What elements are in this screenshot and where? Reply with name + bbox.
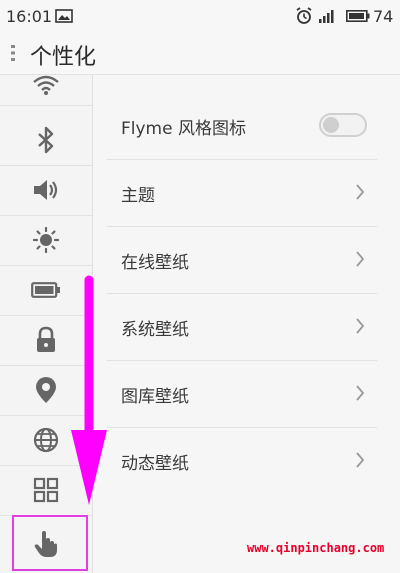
list-item-label: Flyme 风格图标 (121, 119, 246, 139)
wifi-icon (33, 75, 59, 95)
list-item-label: 图库壁纸 (121, 387, 189, 407)
list-item-label: 动态壁纸 (121, 454, 189, 474)
chevron-right-icon (356, 385, 365, 401)
menu-dots-icon[interactable] (10, 44, 16, 62)
sidebar-item-lock[interactable] (0, 315, 92, 366)
status-time: 16:01 (6, 7, 53, 26)
bluetooth-icon (38, 126, 54, 154)
list-item-label: 主题 (121, 186, 155, 206)
list-item-flyme-icons[interactable]: Flyme 风格图标 (107, 93, 377, 160)
list-item-live-wallpaper[interactable]: 动态壁纸 (107, 428, 377, 494)
battery-level: 74 (373, 7, 394, 26)
sidebar-item-language[interactable] (0, 415, 92, 466)
chevron-right-icon (356, 318, 365, 334)
sidebar-item-bluetooth[interactable] (0, 115, 92, 166)
battery-icon (31, 282, 60, 298)
watermark: www.qinpinchang.com (247, 541, 385, 555)
globe-icon (33, 427, 59, 453)
sidebar-item-apps[interactable] (0, 465, 92, 516)
chevron-right-icon (356, 452, 365, 468)
location-icon (36, 377, 56, 403)
flyme-icons-toggle[interactable] (319, 113, 367, 137)
list-item-label: 在线壁纸 (121, 253, 189, 273)
apps-grid-icon (33, 477, 59, 503)
list-item-system-wallpaper[interactable]: 系统壁纸 (107, 294, 377, 361)
brightness-icon (32, 226, 60, 254)
sidebar-item-battery[interactable] (0, 265, 92, 316)
list-item-gallery-wallpaper[interactable]: 图库壁纸 (107, 361, 377, 428)
toggle-knob (323, 117, 339, 133)
list-item-online-wallpaper[interactable]: 在线壁纸 (107, 227, 377, 294)
volume-icon (34, 180, 58, 200)
list-item-label: 系统壁纸 (121, 320, 189, 340)
sidebar-item-volume[interactable] (0, 165, 92, 216)
signal-icon (319, 10, 334, 23)
gallery-icon (55, 9, 73, 23)
sidebar-item-brightness[interactable] (0, 215, 92, 266)
sidebar-item-location[interactable] (0, 365, 92, 416)
lock-icon (37, 326, 55, 352)
sidebar (0, 75, 93, 573)
selected-item-highlight (12, 515, 88, 571)
chevron-right-icon (356, 251, 365, 267)
battery-icon (346, 10, 370, 22)
sidebar-item-wifi[interactable] (0, 65, 92, 106)
list-item-theme[interactable]: 主题 (107, 160, 377, 227)
status-bar: 16:01 74 (0, 0, 400, 32)
settings-list: Flyme 风格图标 主题 在线壁纸 系统壁纸 图库壁纸 动态壁纸 (93, 75, 400, 573)
alarm-icon (296, 7, 312, 24)
chevron-right-icon (356, 184, 365, 200)
